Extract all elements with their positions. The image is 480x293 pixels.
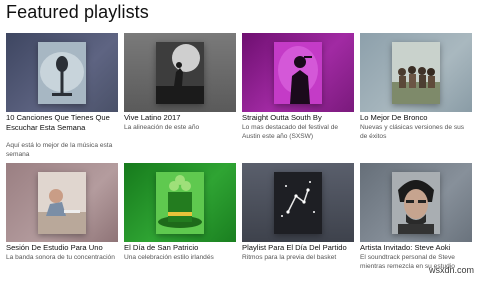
section-title: Featured playlists	[6, 2, 149, 22]
playlist-art	[124, 163, 236, 242]
playlist-tile[interactable]: Lo Mejor De Bronco Nuevas y clásicas ver…	[360, 33, 472, 163]
basketball-cover-image	[274, 172, 322, 234]
study-cover-image	[38, 172, 86, 234]
microphone-cover-image	[38, 42, 86, 104]
artist-portrait-cover-image	[392, 172, 440, 234]
playlist-tile[interactable]: Sesión De Estudio Para Uno La banda sono…	[6, 163, 118, 293]
playlist-name: Vive Latino 2017	[124, 113, 181, 122]
playlist-name: Artista Invitado: Steve Aoki	[360, 243, 451, 252]
playlist-art	[242, 33, 354, 112]
concert-cover-image	[156, 42, 204, 104]
playlist-description: Nuevas y clásicas versiones de sus de éx…	[360, 124, 465, 140]
playlist-cover	[38, 42, 86, 104]
playlist-art	[6, 33, 118, 112]
playlist-cover	[274, 42, 322, 104]
playlist-name: 10 Canciones Que Tienes Que Escuchar Est…	[6, 113, 110, 132]
playlist-description: Una celebración estilo irlandés	[124, 254, 214, 261]
playlist-tile[interactable]: El Día de San Patricio Una celebración e…	[124, 163, 236, 293]
playlist-art	[242, 163, 354, 242]
band-cover-image	[392, 42, 440, 104]
playlist-description: La banda sonora de tu concentración	[6, 254, 115, 261]
playlist-art	[6, 163, 118, 242]
playlist-art	[124, 33, 236, 112]
playlist-cover	[38, 172, 86, 234]
playlist-cover	[156, 172, 204, 234]
playlist-cover	[392, 172, 440, 234]
playlist-description: Aquí está lo mejor de la música esta sem…	[6, 142, 113, 158]
shamrock-hat-cover-image	[156, 172, 204, 234]
playlist-name: Sesión De Estudio Para Uno	[6, 243, 103, 252]
playlist-tile[interactable]: Playlist Para El Día Del Partido Ritmos …	[242, 163, 354, 293]
playlist-description: Lo mas destacado del festival de Austin …	[242, 124, 339, 140]
playlist-tile[interactable]: 10 Canciones Que Tienes Que Escuchar Est…	[6, 33, 118, 163]
playlist-art	[360, 33, 472, 112]
playlist-name: Playlist Para El Día Del Partido	[242, 243, 347, 252]
playlist-tile[interactable]: Vive Latino 2017 La alineación de este a…	[124, 33, 236, 163]
playlist-cover	[274, 172, 322, 234]
playlist-cover	[392, 42, 440, 104]
playlist-tile[interactable]: Straight Outta South By Lo mas destacado…	[242, 33, 354, 163]
playlist-cover	[156, 42, 204, 104]
playlist-name: Lo Mejor De Bronco	[360, 113, 428, 122]
playlist-name: El Día de San Patricio	[124, 243, 199, 252]
playlist-grid: 10 Canciones Que Tienes Que Escuchar Est…	[6, 33, 472, 293]
watermark: wsxdn.com	[428, 265, 474, 275]
playlist-description: Ritmos para la previa del basket	[242, 254, 337, 261]
playlist-description: La alineación de este año	[124, 124, 200, 131]
playlist-name: Straight Outta South By	[242, 113, 322, 122]
playlist-art	[360, 163, 472, 242]
singer-cover-image	[274, 42, 322, 104]
